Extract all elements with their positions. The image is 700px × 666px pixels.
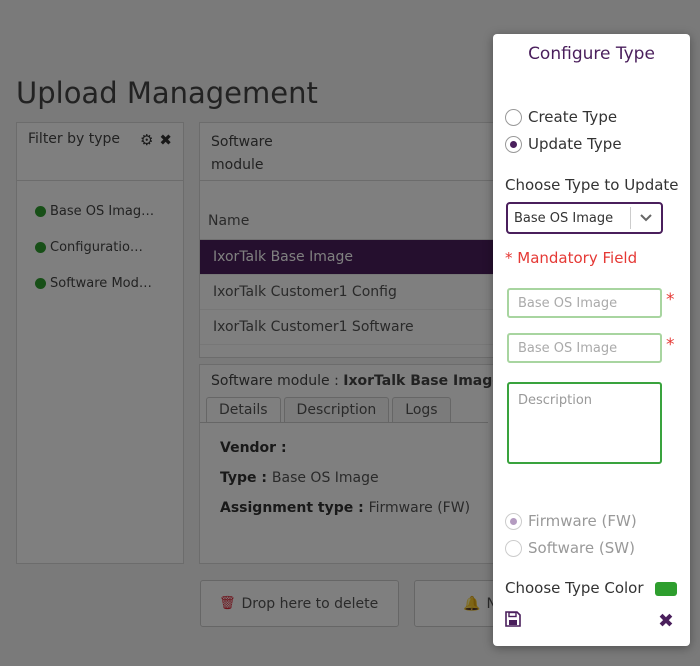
- mandatory-field-note: * Mandatory Field: [505, 249, 638, 267]
- choose-color-label: Choose Type Color: [505, 579, 644, 597]
- create-type-radio[interactable]: [505, 108, 522, 126]
- type-key-input[interactable]: [507, 333, 662, 363]
- firmware-radio-row[interactable]: Firmware (FW): [505, 512, 637, 530]
- description-textarea[interactable]: [507, 382, 662, 464]
- type-name-input[interactable]: [507, 288, 662, 318]
- required-marker: *: [666, 335, 675, 355]
- update-type-label: Update Type: [528, 135, 622, 153]
- create-type-label: Create Type: [528, 108, 618, 126]
- save-icon[interactable]: [505, 611, 521, 627]
- software-radio-row[interactable]: Software (SW): [505, 539, 635, 557]
- type-select[interactable]: Base OS Image: [506, 202, 663, 234]
- software-label: Software (SW): [528, 539, 635, 557]
- firmware-label: Firmware (FW): [528, 512, 637, 530]
- chevron-down-icon[interactable]: [631, 211, 661, 226]
- type-color-picker[interactable]: [655, 582, 677, 596]
- configure-type-modal: Configure Type Create Type Update Type C…: [493, 34, 690, 646]
- type-select-value: Base OS Image: [514, 210, 614, 226]
- required-marker: *: [666, 290, 675, 310]
- software-radio[interactable]: [505, 539, 522, 557]
- firmware-radio[interactable]: [505, 512, 522, 530]
- choose-type-label: Choose Type to Update: [505, 176, 679, 194]
- update-type-radio[interactable]: [505, 135, 522, 153]
- update-type-radio-row[interactable]: Update Type: [505, 135, 622, 153]
- create-type-radio-row[interactable]: Create Type: [505, 108, 617, 126]
- close-icon[interactable]: ✖: [658, 610, 674, 632]
- modal-title: Configure Type: [528, 44, 655, 64]
